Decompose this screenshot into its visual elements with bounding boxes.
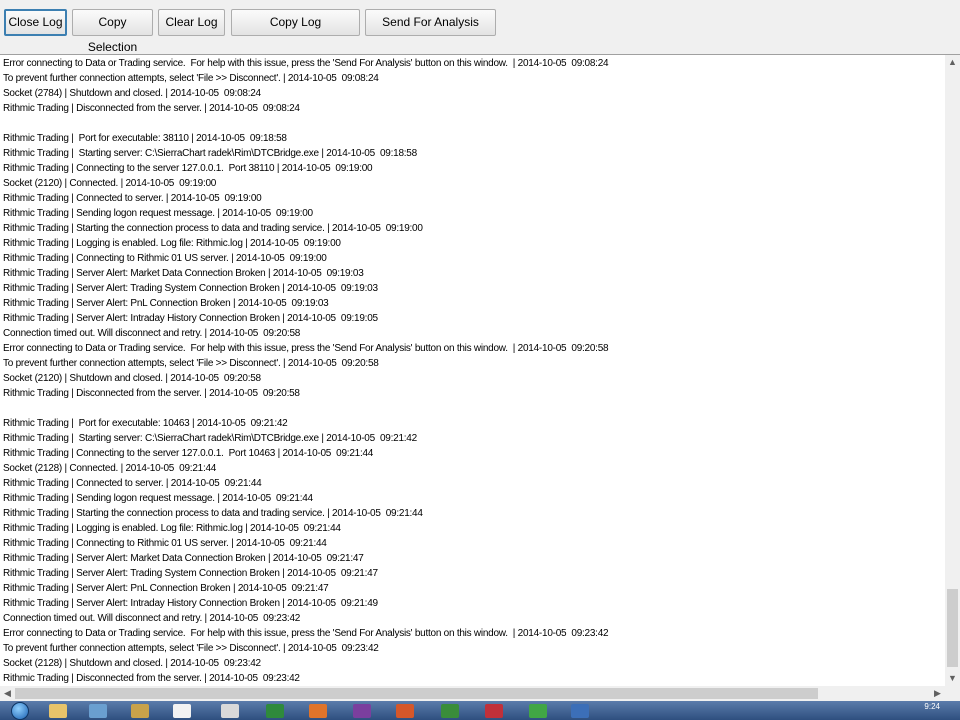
tool-icon [89, 704, 107, 718]
globe-icon [571, 704, 589, 718]
chevron-down-icon[interactable]: ▼ [945, 671, 960, 686]
log-line: Rithmic Trading | Starting the connectio… [3, 508, 423, 519]
log-line: Rithmic Trading | Disconnected from the … [3, 388, 300, 399]
log-line: Socket (2784) | Shutdown and closed. | 2… [3, 88, 261, 99]
taskbar-item[interactable] [120, 702, 160, 720]
log-line: To prevent further connection attempts, … [3, 358, 379, 369]
log-line: Socket (2120) | Shutdown and closed. | 2… [3, 373, 261, 384]
taskbar-item[interactable] [430, 702, 470, 720]
log-line: Rithmic Trading | Connecting to the serv… [3, 448, 374, 459]
log-line: Rithmic Trading | Starting server: C:\Si… [3, 148, 417, 159]
log-line: Rithmic Trading | Connecting to Rithmic … [3, 538, 327, 549]
record-icon [485, 704, 503, 718]
vertical-scroll-thumb[interactable] [947, 589, 958, 667]
log-line: Rithmic Trading | Server Alert: Market D… [3, 268, 364, 279]
log-line: Rithmic Trading | Server Alert: PnL Conn… [3, 298, 329, 309]
log-lines: Error connecting to Data or Trading serv… [3, 56, 945, 686]
log-line: To prevent further connection attempts, … [3, 643, 379, 654]
log-line: Rithmic Trading | Logging is enabled. Lo… [3, 238, 341, 249]
file-explorer-icon [49, 704, 67, 718]
start-orb-icon [11, 702, 29, 720]
log-line: Rithmic Trading | Disconnected from the … [3, 103, 300, 114]
close-log-button[interactable]: Close Log [4, 9, 67, 36]
log-line: To prevent further connection attempts, … [3, 73, 379, 84]
taskbar-item[interactable] [0, 702, 40, 720]
scrollbar-corner [945, 686, 960, 701]
log-line: Rithmic Trading | Connected to server. |… [3, 193, 262, 204]
log-line: Rithmic Trading | Server Alert: Trading … [3, 568, 378, 579]
log-line: Rithmic Trading | Starting server: C:\Si… [3, 433, 417, 444]
network-icon [441, 704, 459, 718]
log-line: Error connecting to Data or Trading serv… [3, 58, 609, 69]
log-line: Rithmic Trading | Server Alert: Intraday… [3, 598, 378, 609]
taskbar-item[interactable] [210, 702, 250, 720]
firefox-icon [309, 704, 327, 718]
log-line: Socket (2128) | Connected. | 2014-10-05 … [3, 463, 217, 474]
send-for-analysis-button[interactable]: Send For Analysis [365, 9, 496, 36]
log-line: Connection timed out. Will disconnect an… [3, 613, 301, 624]
log-line: Rithmic Trading | Port for executable: 3… [3, 133, 287, 144]
taskbar-item[interactable] [298, 702, 338, 720]
copy-log-button[interactable]: Copy Log [231, 9, 360, 36]
powerpoint-icon [396, 704, 414, 718]
taskbar-item[interactable] [474, 702, 514, 720]
log-line: Rithmic Trading | Starting the connectio… [3, 223, 423, 234]
app-icon [221, 704, 239, 718]
horizontal-scrollbar[interactable]: ◀ ▶ [0, 686, 945, 701]
log-line: Rithmic Trading | Server Alert: Market D… [3, 553, 364, 564]
taskbar-item[interactable] [342, 702, 382, 720]
windows-taskbar: 9:24 [0, 701, 960, 720]
copy-selection-button[interactable]: Copy Selection [72, 9, 153, 54]
clear-log-button[interactable]: Clear Log [158, 9, 225, 36]
chevron-left-icon[interactable]: ◀ [0, 686, 15, 701]
log-toolbar: Close Log Copy Selection Clear Log Copy … [0, 0, 960, 55]
taskbar-item[interactable] [518, 702, 558, 720]
log-line: Rithmic Trading | Connected to server. |… [3, 478, 262, 489]
log-line: Rithmic Trading | Server Alert: PnL Conn… [3, 583, 329, 594]
upload-icon [529, 704, 547, 718]
taskbar-item[interactable] [78, 702, 118, 720]
log-line: Rithmic Trading | Server Alert: Intraday… [3, 313, 378, 324]
log-line: Rithmic Trading | Sending logon request … [3, 493, 313, 504]
chevron-right-icon[interactable]: ▶ [930, 686, 945, 701]
log-line: Socket (2120) | Connected. | 2014-10-05 … [3, 178, 217, 189]
log-line: Error connecting to Data or Trading serv… [3, 628, 609, 639]
chevron-up-icon[interactable]: ▲ [945, 55, 960, 70]
log-line: Rithmic Trading | Connecting to Rithmic … [3, 253, 327, 264]
vertical-scrollbar[interactable]: ▲ ▼ [945, 55, 960, 686]
log-line: Rithmic Trading | Sending logon request … [3, 208, 313, 219]
log-line: Rithmic Trading | Server Alert: Trading … [3, 283, 378, 294]
media-icon [131, 704, 149, 718]
log-text-area[interactable]: Error connecting to Data or Trading serv… [0, 55, 945, 686]
horizontal-scroll-thumb[interactable] [15, 688, 818, 699]
taskbar-item[interactable] [385, 702, 425, 720]
log-line: Rithmic Trading | Disconnected from the … [3, 673, 300, 684]
log-line: Rithmic Trading | Port for executable: 1… [3, 418, 288, 429]
log-line: Socket (2128) | Shutdown and closed. | 2… [3, 658, 261, 669]
log-line: Rithmic Trading | Connecting to the serv… [3, 163, 373, 174]
log-line: Error connecting to Data or Trading serv… [3, 343, 609, 354]
taskbar-item[interactable] [162, 702, 202, 720]
notes-icon [173, 704, 191, 718]
onenote-icon [353, 704, 371, 718]
taskbar-item[interactable] [255, 702, 295, 720]
taskbar-item[interactable] [38, 702, 78, 720]
excel-icon [266, 704, 284, 718]
taskbar-item[interactable] [560, 702, 600, 720]
log-line: Connection timed out. Will disconnect an… [3, 328, 301, 339]
taskbar-clock[interactable]: 9:24 [924, 702, 940, 711]
log-line: Rithmic Trading | Logging is enabled. Lo… [3, 523, 341, 534]
